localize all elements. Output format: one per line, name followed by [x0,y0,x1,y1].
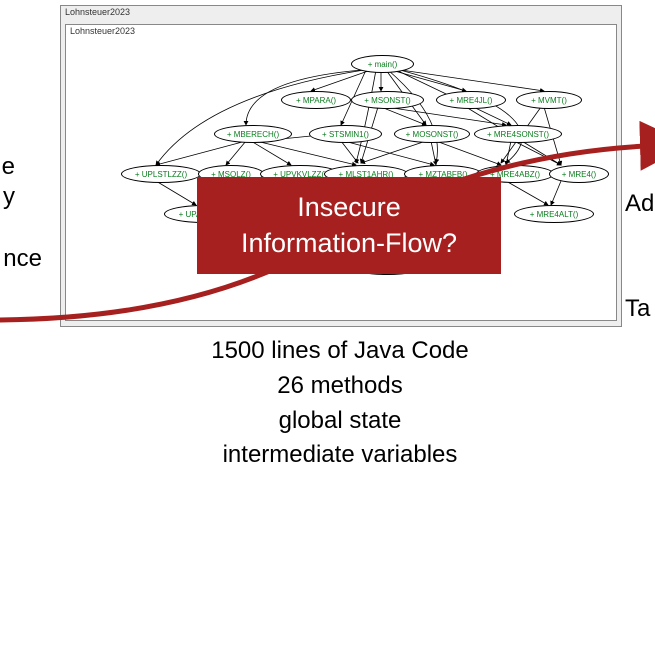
overlay-line2: Information-Flow? [219,225,479,261]
node-mberech: + MBERECH() [214,125,292,143]
node-mvmt: + MVMT() [516,91,582,109]
node-mre4alt: + MRE4ALT() [514,205,594,223]
node-mpara: + MPARA() [281,91,351,109]
caption-line4: intermediate variables [60,438,620,473]
caption-line3: global state [60,404,620,439]
node-mosonst: + MOSONST() [394,125,470,143]
diagram-panel-inner: Lohnsteuer2023 [65,24,617,321]
inner-panel-title: Lohnsteuer2023 [70,26,135,36]
node-stsmin1: + STSMIN1() [309,125,382,143]
node-uplstlzz: + UPLSTLZZ() [121,165,201,183]
node-mre4jl: + MRE4JL() [436,91,506,109]
caption-line2: 26 methods [60,369,620,404]
left-text-frag-1: e [0,153,15,181]
diagram-caption: 1500 lines of Java Code 26 methods globa… [60,334,620,473]
right-text-frag-1: Ad [625,190,655,218]
node-mre4: + MRE4() [549,165,609,183]
node-mre4sonst: + MRE4SONST() [474,125,562,143]
diagram-panel-outer: Lohnsteuer2023 Lohnsteuer2023 [60,5,622,327]
left-text-frag-2: y [0,183,15,211]
overlay-line1: Insecure [219,189,479,225]
left-text-frag-3: nce [0,245,42,273]
caption-line1: 1500 lines of Java Code [60,334,620,369]
node-main: + main() [351,55,414,73]
outer-panel-title: Lohnsteuer2023 [65,7,130,17]
node-msonst: + MSONST() [351,91,424,109]
question-overlay: Insecure Information-Flow? [197,177,501,274]
right-text-frag-2: Ta [625,295,655,323]
